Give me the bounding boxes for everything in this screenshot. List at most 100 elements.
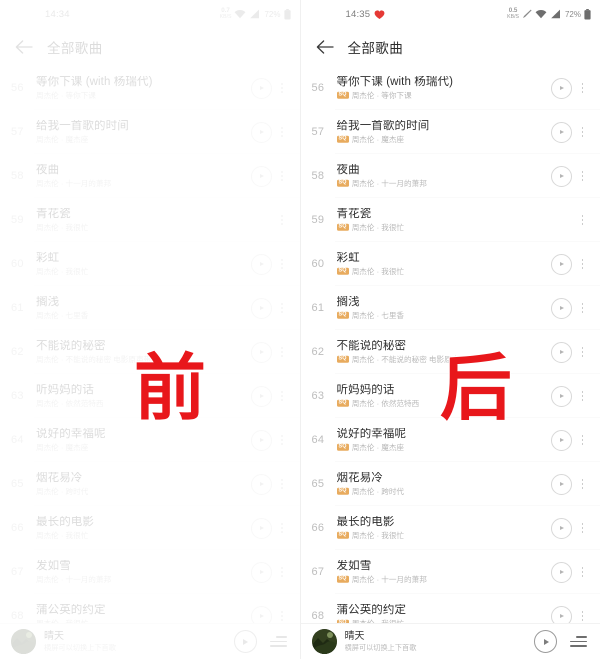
mini-player-after[interactable]: 晴天 横屏可以切换上下首歌 <box>300 623 600 659</box>
song-play-button[interactable] <box>551 385 572 407</box>
song-row[interactable]: 66 最长的电影 SQ周杰伦 · 我很忙 <box>0 506 300 550</box>
song-play-button[interactable] <box>250 253 272 275</box>
song-more-menu-icon[interactable] <box>274 387 291 406</box>
song-row[interactable]: 65 烟花易冷 SQ周杰伦 · 跨时代 <box>301 462 600 506</box>
song-row[interactable]: 56 等你下课 (with 杨瑞代) SQ周杰伦 · 等你下课 <box>301 66 600 110</box>
song-play-button[interactable] <box>250 561 272 583</box>
song-row[interactable]: 68 蒲公英的约定 SQ周杰伦 · 我很忙 <box>0 594 300 623</box>
song-play-button[interactable] <box>551 429 572 451</box>
song-more-menu-icon[interactable] <box>574 299 591 318</box>
queue-list-icon[interactable] <box>570 634 589 650</box>
song-play-button[interactable] <box>551 341 572 363</box>
song-more-menu-icon[interactable] <box>574 167 591 186</box>
song-more-menu-icon[interactable] <box>274 211 291 230</box>
song-row[interactable]: 67 发如雪 SQ周杰伦 · 十一月的萧邦 <box>0 550 300 594</box>
song-play-button[interactable] <box>551 165 572 187</box>
song-play-button[interactable] <box>250 473 272 495</box>
song-more-menu-icon[interactable] <box>274 607 291 624</box>
song-row[interactable]: 62 不能说的秘密 SQ周杰伦 · 不能说的秘密 电影原声带 <box>0 330 300 374</box>
song-row[interactable]: 65 烟花易冷 SQ周杰伦 · 跨时代 <box>0 462 300 506</box>
song-more-menu-icon[interactable] <box>274 519 291 538</box>
song-row[interactable]: 60 彩虹 SQ周杰伦 · 我很忙 <box>0 242 300 286</box>
song-play-button[interactable] <box>250 165 272 187</box>
song-actions <box>250 473 291 495</box>
song-more-menu-icon[interactable] <box>574 387 591 406</box>
song-row[interactable]: 61 搁浅 SQ周杰伦 · 七里香 <box>0 286 300 330</box>
song-play-button[interactable] <box>551 517 572 539</box>
song-more-menu-icon[interactable] <box>274 123 291 142</box>
song-play-button[interactable] <box>250 429 272 451</box>
song-list-after[interactable]: 56 等你下课 (with 杨瑞代) SQ 周杰伦 · 等你下课 57 给我一首歌的时间 S… <box>301 66 600 623</box>
album-art[interactable] <box>11 629 36 654</box>
song-row[interactable]: 58 夜曲 SQ周杰伦 · 十一月的萧邦 <box>301 154 600 198</box>
song-play-button[interactable] <box>250 605 272 623</box>
song-row[interactable]: 59 青花瓷 SQ周杰伦 · 我很忙 <box>301 198 600 242</box>
song-row[interactable]: 57 给我一首歌的时间 SQ周杰伦 · 魔杰座 <box>0 110 300 154</box>
song-more-menu-icon[interactable] <box>274 563 291 582</box>
status-bar-after: 14:35 0.5 KB/S 72% <box>301 0 600 28</box>
song-more-menu-icon[interactable] <box>274 79 291 98</box>
song-row[interactable]: 56 等你下课 (with 杨瑞代) SQ周杰伦 · 等你下课 <box>0 66 300 110</box>
song-play-button[interactable] <box>250 77 272 99</box>
song-more-menu-icon[interactable] <box>274 343 291 362</box>
song-row[interactable]: 63 听妈妈的话 SQ周杰伦 · 依然范特西 <box>0 374 300 418</box>
song-more-menu-icon[interactable] <box>574 519 591 538</box>
song-play-button[interactable] <box>551 561 572 583</box>
status-left-after: 14:35 <box>346 9 386 20</box>
back-button[interactable] <box>313 35 337 59</box>
song-more-menu-icon[interactable] <box>574 607 591 624</box>
song-play-button[interactable] <box>250 341 272 363</box>
mini-play-button[interactable] <box>534 630 557 653</box>
back-button[interactable] <box>12 35 36 59</box>
song-row[interactable]: 58 夜曲 SQ周杰伦 · 十一月的萧邦 <box>0 154 300 198</box>
song-row[interactable]: 57 给我一首歌的时间 SQ周杰伦 · 魔杰座 <box>301 110 600 154</box>
song-play-button[interactable] <box>551 77 572 99</box>
song-list-before[interactable]: 56 等你下课 (with 杨瑞代) SQ周杰伦 · 等你下课 57 给我一首歌的时间 S… <box>0 66 300 623</box>
play-triangle-icon <box>259 86 264 90</box>
song-more-menu-icon[interactable] <box>574 79 591 98</box>
song-more-menu-icon[interactable] <box>574 255 591 274</box>
song-play-button[interactable] <box>551 473 572 495</box>
queue-list-icon[interactable] <box>269 634 289 650</box>
song-play-button[interactable] <box>551 121 572 143</box>
song-more-menu-icon[interactable] <box>574 431 591 450</box>
song-row[interactable]: 64 说好的幸福呢 SQ周杰伦 · 魔杰座 <box>0 418 300 462</box>
song-more-menu-icon[interactable] <box>574 123 591 142</box>
mini-player-before[interactable]: 晴天 横屏可以切换上下首歌 <box>0 623 300 659</box>
song-play-button[interactable] <box>551 605 572 623</box>
song-row[interactable]: 63 听妈妈的话 SQ周杰伦 · 依然范特西 <box>301 374 600 418</box>
song-row[interactable]: 60 彩虹 SQ周杰伦 · 我很忙 <box>301 242 600 286</box>
mini-play-button[interactable] <box>233 630 257 653</box>
quality-badge: SQ <box>336 92 349 100</box>
song-more-menu-icon[interactable] <box>274 167 291 186</box>
song-row[interactable]: 67 发如雪 SQ周杰伦 · 十一月的萧邦 <box>301 550 600 594</box>
song-more-menu-icon[interactable] <box>274 299 291 318</box>
song-more-menu-icon[interactable] <box>574 343 591 362</box>
song-more-menu-icon[interactable] <box>574 475 591 494</box>
song-play-button[interactable] <box>551 297 572 319</box>
song-more-menu-icon[interactable] <box>274 431 291 450</box>
song-row[interactable]: 62 不能说的秘密 SQ周杰伦 · 不能说的秘密 电影原声带 <box>301 330 600 374</box>
song-play-button[interactable] <box>250 517 272 539</box>
song-row[interactable]: 64 说好的幸福呢 SQ周杰伦 · 魔杰座 <box>301 418 600 462</box>
song-row[interactable]: 61 搁浅 SQ周杰伦 · 七里香 <box>301 286 600 330</box>
song-subtitle: SQ周杰伦 · 魔杰座 <box>36 135 245 144</box>
song-more-menu-icon[interactable] <box>274 475 291 494</box>
song-more-menu-icon[interactable] <box>574 211 591 230</box>
song-play-button[interactable] <box>250 297 272 319</box>
song-row[interactable]: 59 青花瓷 SQ周杰伦 · 我很忙 <box>0 198 300 242</box>
song-row[interactable]: 68 蒲公英的约定 SQ周杰伦 · 我很忙 <box>301 594 600 623</box>
song-play-button[interactable] <box>250 121 272 143</box>
song-meta: 发如雪 SQ周杰伦 · 十一月的萧邦 <box>34 560 245 585</box>
song-actions <box>250 77 291 99</box>
song-index: 59 <box>311 214 325 226</box>
song-play-button[interactable] <box>250 385 272 407</box>
song-play-button[interactable] <box>551 253 572 275</box>
song-row[interactable]: 66 最长的电影 SQ周杰伦 · 我很忙 <box>301 506 600 550</box>
song-more-menu-icon[interactable] <box>274 255 291 274</box>
play-triangle-icon <box>560 86 564 90</box>
song-artist-album: 周杰伦 · 不能说的秘密 电影原声带 <box>351 355 467 365</box>
album-art[interactable] <box>311 629 337 654</box>
song-more-menu-icon[interactable] <box>574 563 591 582</box>
song-title: 烟花易冷 <box>36 471 83 484</box>
